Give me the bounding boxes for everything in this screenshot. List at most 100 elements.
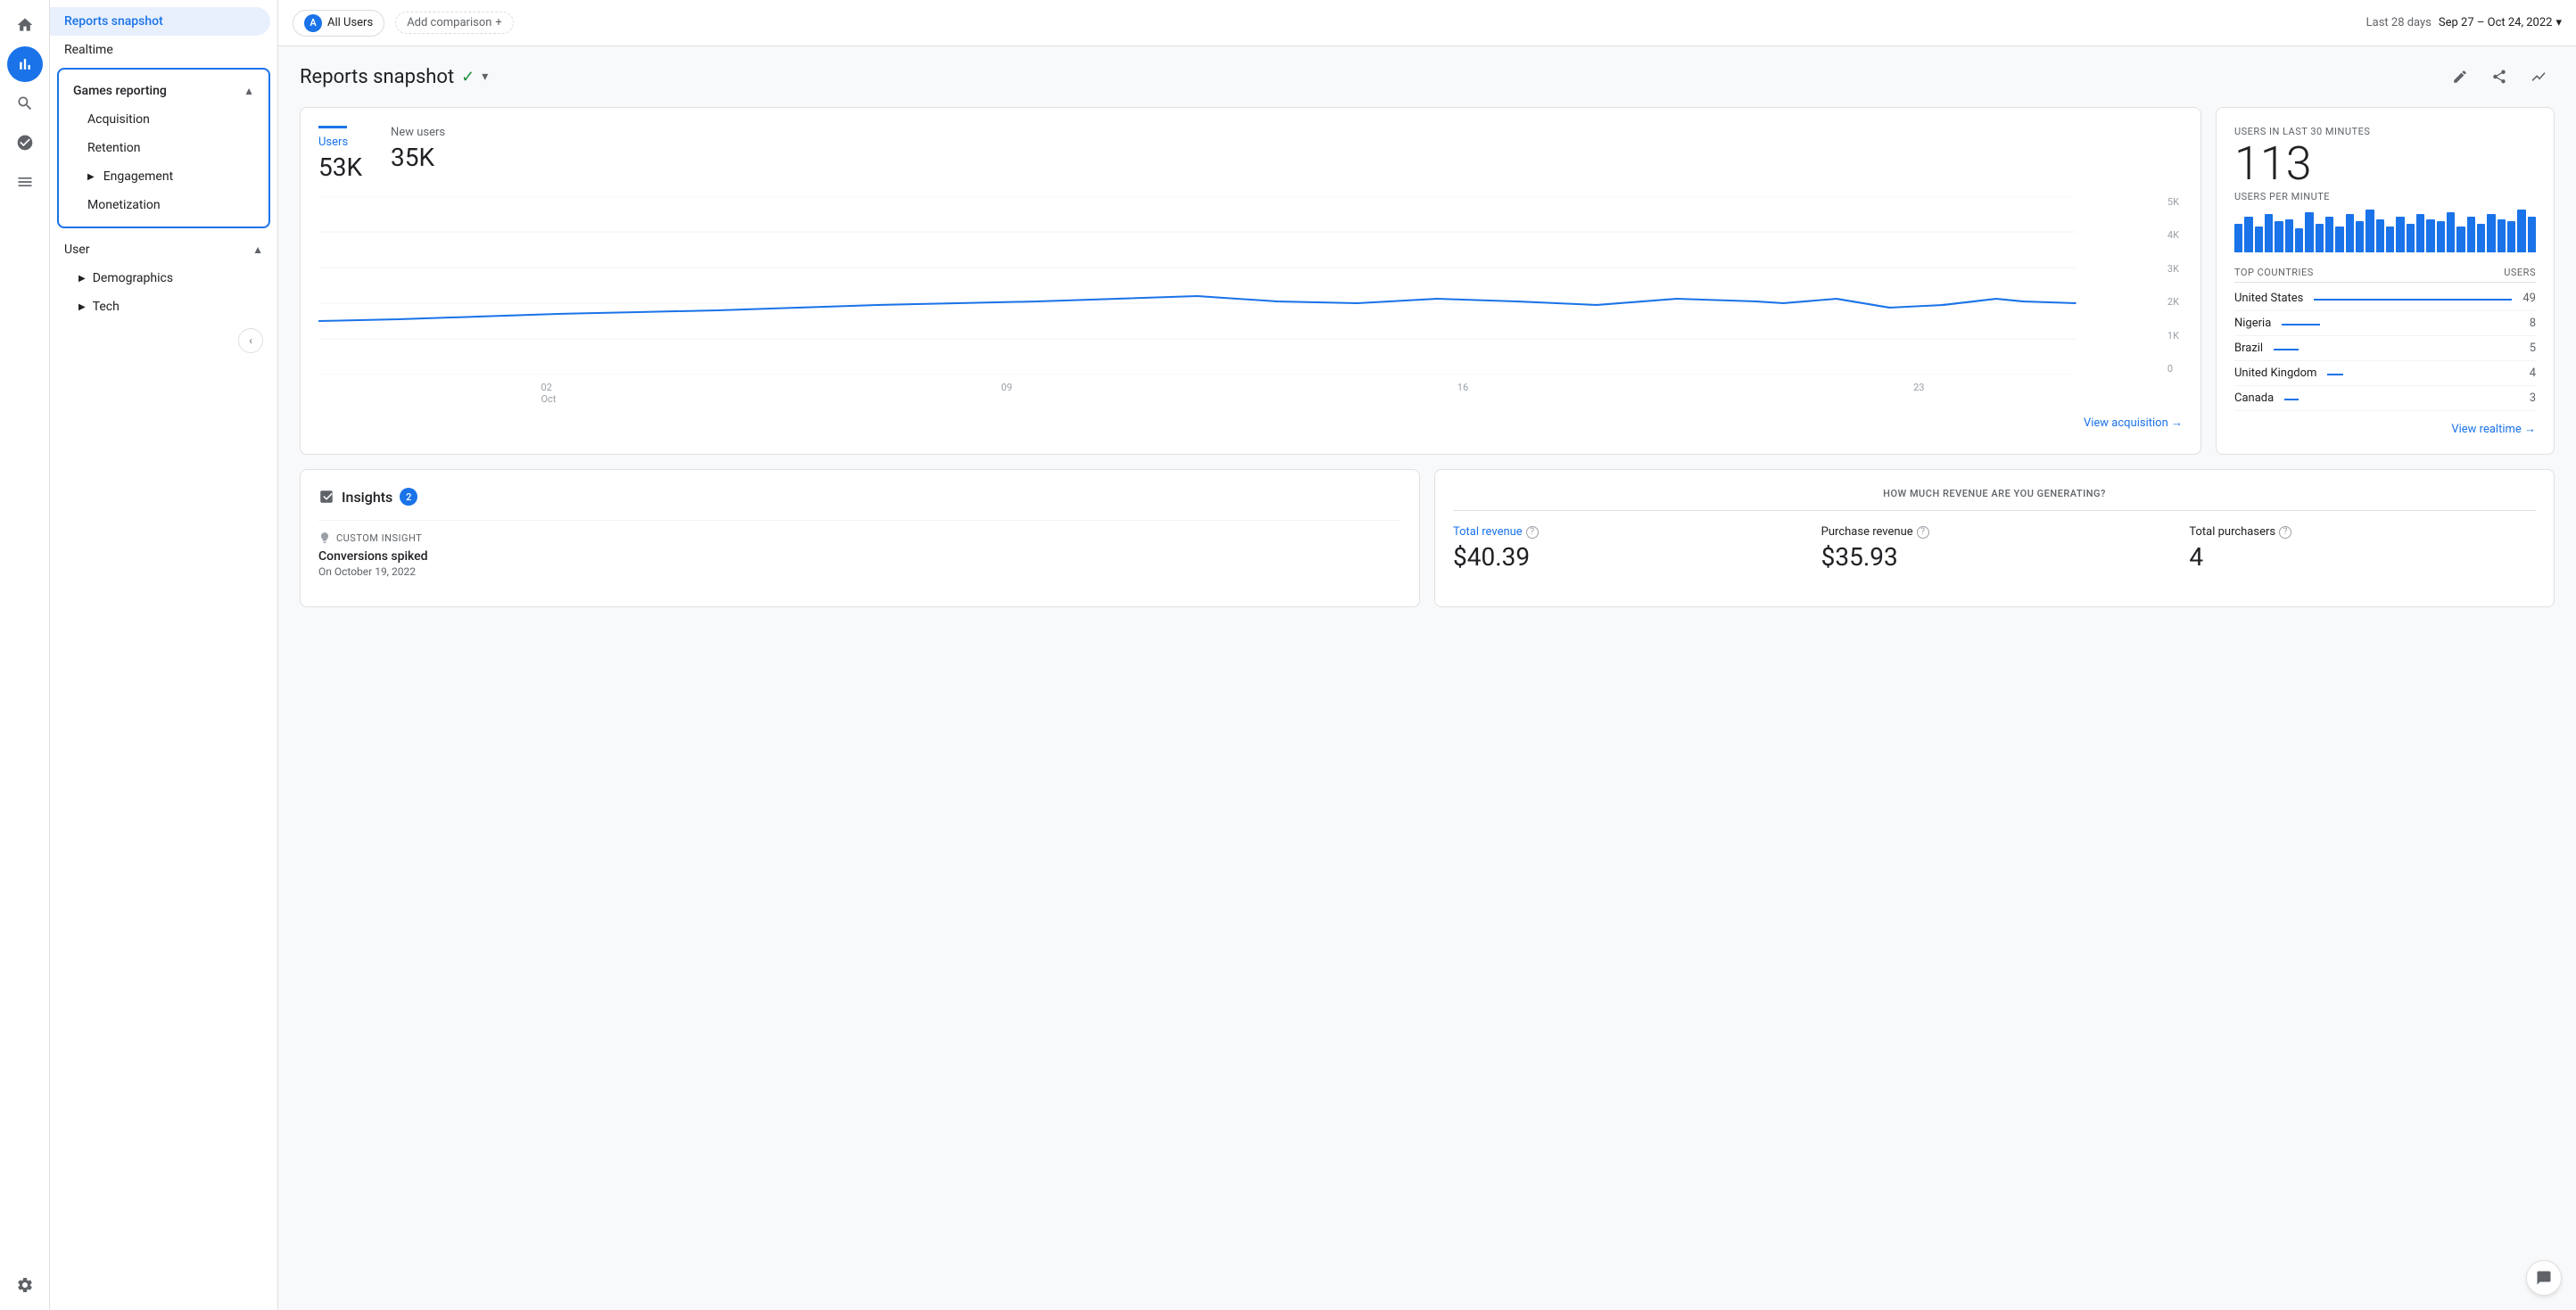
- sidebar-item-engagement[interactable]: ▶ Engagement: [59, 162, 268, 191]
- mini-bar: [2305, 212, 2313, 252]
- users-stats: Users 53K New users 35K: [318, 126, 2183, 182]
- countries-list: United States 49 Nigeria 8 Brazil 5 Unit…: [2234, 286, 2536, 411]
- more-options-button[interactable]: [2522, 61, 2555, 93]
- total-purchasers-help-icon[interactable]: ?: [2279, 526, 2291, 539]
- all-users-label: All Users: [327, 16, 373, 29]
- sidebar-games-reporting-header[interactable]: Games reporting ▲: [59, 77, 268, 105]
- mini-bar: [2487, 214, 2495, 252]
- insights-badge: 2: [400, 488, 417, 506]
- insight-type: CUSTOM INSIGHT: [318, 531, 1401, 544]
- new-users-value: 35K: [391, 143, 445, 172]
- mini-bar: [2407, 224, 2415, 252]
- insights-card: Insights 2 CUSTOM INSIGHT Conversions sp…: [300, 469, 1420, 607]
- reports-icon[interactable]: [7, 164, 43, 200]
- analytics-icon[interactable]: [7, 46, 43, 82]
- view-realtime-label: View realtime →: [2451, 422, 2536, 436]
- country-count: 49: [2522, 292, 2536, 305]
- users-indicator: [318, 126, 347, 128]
- sidebar-item-reports-snapshot[interactable]: Reports snapshot: [50, 7, 270, 36]
- revenue-stats: Total revenue ? $40.39 Purchase revenue …: [1453, 525, 2536, 572]
- revenue-card: HOW MUCH REVENUE ARE YOU GENERATING? Tot…: [1434, 469, 2555, 607]
- country-name: United States: [2234, 292, 2303, 305]
- add-comparison-button[interactable]: Add comparison +: [395, 12, 514, 34]
- mini-bar: [2255, 227, 2263, 252]
- sidebar-item-monetization[interactable]: Monetization: [59, 191, 268, 219]
- date-range-picker[interactable]: Sep 27 – Oct 24, 2022 ▾: [2439, 16, 2562, 29]
- purchase-revenue-help-icon[interactable]: ?: [1917, 526, 1929, 539]
- mini-bar: [2365, 210, 2374, 252]
- purchase-revenue-value: $35.93: [1821, 542, 2168, 572]
- check-icon: ✓: [461, 68, 475, 87]
- country-bar: [2314, 299, 2512, 301]
- date-range-value: Sep 27 – Oct 24, 2022: [2439, 16, 2553, 29]
- mini-bar: [2356, 221, 2364, 252]
- insight-date: On October 19, 2022: [318, 565, 1401, 578]
- view-realtime-link[interactable]: View realtime →: [2234, 422, 2536, 436]
- add-comparison-label: Add comparison: [407, 16, 491, 29]
- mini-bar: [2396, 217, 2404, 252]
- country-bar-container: [2274, 342, 2519, 355]
- mini-bar: [2437, 221, 2445, 252]
- share-button[interactable]: [2483, 61, 2515, 93]
- country-name: Brazil: [2234, 342, 2263, 355]
- sidebar-item-retention[interactable]: Retention: [59, 134, 268, 162]
- sidebar-collapse-btn[interactable]: ‹: [238, 328, 263, 353]
- dropdown-icon[interactable]: ▾: [482, 70, 488, 84]
- mini-bar: [2335, 227, 2343, 252]
- country-count: 8: [2530, 317, 2536, 330]
- sidebar-user-section[interactable]: User ▲: [50, 235, 277, 264]
- mini-bar: [2498, 219, 2506, 252]
- collapse-icon: ▲: [244, 85, 254, 97]
- edit-report-button[interactable]: [2444, 61, 2476, 93]
- audience-icon[interactable]: [7, 125, 43, 161]
- total-revenue-stat: Total revenue ? $40.39: [1453, 525, 1800, 572]
- all-users-chip[interactable]: A All Users: [293, 10, 384, 37]
- mini-bar: [2467, 217, 2475, 252]
- insight-title: Conversions spiked: [318, 549, 1401, 564]
- country-bar-container: [2327, 367, 2518, 380]
- country-bar: [2284, 399, 2299, 400]
- expand-icon: ▶: [78, 302, 86, 312]
- icon-bar: [0, 0, 50, 1310]
- country-name: United Kingdom: [2234, 367, 2316, 380]
- mini-bar: [2234, 224, 2242, 252]
- view-acquisition-link[interactable]: View acquisition →: [318, 416, 2183, 430]
- sidebar-item-label: Realtime: [64, 43, 113, 57]
- mini-bar: [2426, 219, 2434, 252]
- last-days-label: Last 28 days: [2366, 16, 2432, 29]
- new-users-stat: New users 35K: [391, 126, 445, 182]
- purchase-revenue-stat: Purchase revenue ? $35.93: [1821, 525, 2168, 572]
- sidebar: Reports snapshot Realtime Games reportin…: [50, 0, 278, 1310]
- new-users-label: New users: [391, 126, 445, 139]
- mini-bar: [2295, 228, 2303, 252]
- mini-bar: [2386, 227, 2394, 252]
- mini-bar: [2316, 224, 2324, 252]
- settings-icon[interactable]: [7, 1267, 43, 1303]
- bottom-row: Insights 2 CUSTOM INSIGHT Conversions sp…: [300, 469, 2555, 607]
- page-title-area: Reports snapshot ✓ ▾: [300, 66, 488, 88]
- total-revenue-value: $40.39: [1453, 542, 1800, 572]
- view-acquisition-label: View acquisition →: [2084, 416, 2183, 430]
- sidebar-item-tech[interactable]: ▶ Tech: [50, 292, 277, 321]
- floating-feedback-button[interactable]: [2526, 1260, 2562, 1296]
- search-icon[interactable]: [7, 86, 43, 121]
- mini-bar: [2265, 214, 2273, 252]
- revenue-header: HOW MUCH REVENUE ARE YOU GENERATING?: [1453, 488, 2536, 511]
- country-bar: [2282, 324, 2319, 325]
- users-label: Users: [318, 136, 362, 149]
- sidebar-item-realtime[interactable]: Realtime: [50, 36, 270, 64]
- insights-label: Insights: [342, 489, 392, 506]
- insights-header: Insights 2: [318, 488, 1401, 506]
- mini-bar: [2507, 221, 2515, 252]
- mini-bar: [2528, 217, 2536, 252]
- sidebar-item-demographics[interactable]: ▶ Demographics: [50, 264, 277, 292]
- country-row: United Kingdom 4: [2234, 361, 2536, 386]
- total-revenue-help-icon[interactable]: ?: [1526, 526, 1539, 539]
- insight-item: CUSTOM INSIGHT Conversions spiked On Oct…: [318, 520, 1401, 589]
- sidebar-item-acquisition[interactable]: Acquisition: [59, 105, 268, 134]
- date-range-area: Last 28 days Sep 27 – Oct 24, 2022 ▾: [2366, 16, 2562, 29]
- home-icon[interactable]: [7, 7, 43, 43]
- country-row: Nigeria 8: [2234, 311, 2536, 336]
- users-value: 53K: [318, 152, 362, 182]
- total-purchasers-label: Total purchasers ?: [2189, 525, 2536, 539]
